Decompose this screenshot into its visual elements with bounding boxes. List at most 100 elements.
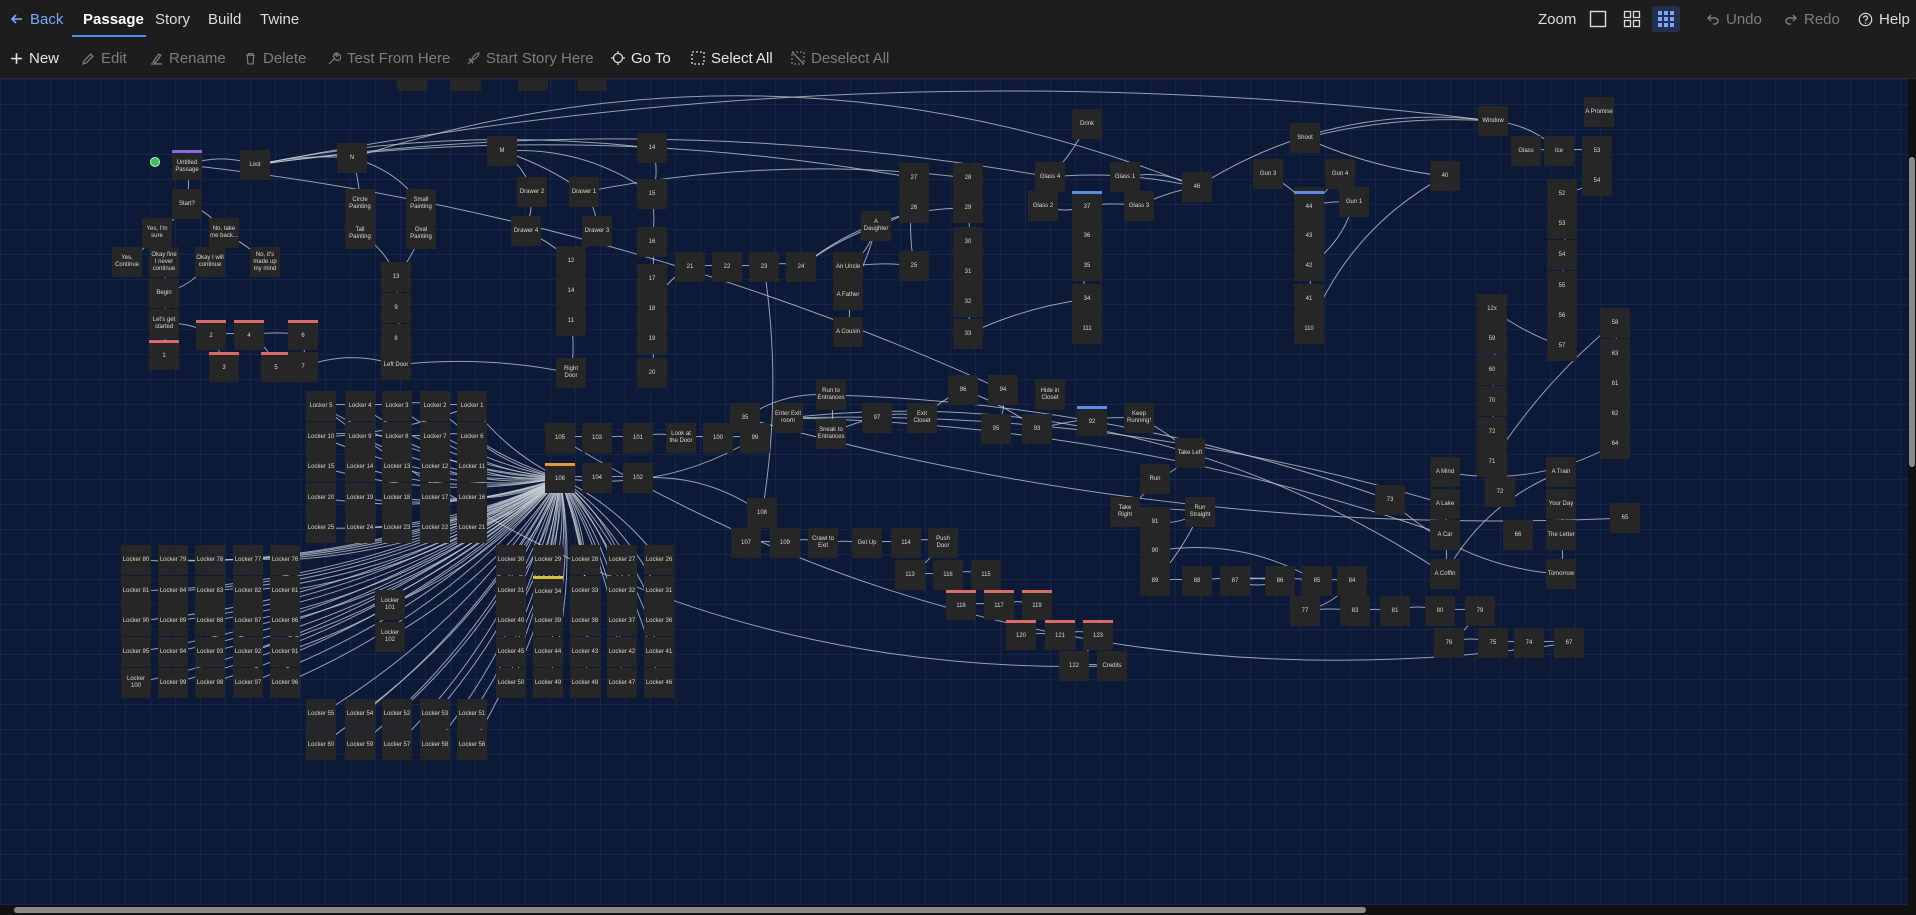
rename-button[interactable]: Rename bbox=[150, 38, 226, 78]
passage-card[interactable]: A Lake bbox=[1430, 489, 1460, 519]
passage-card[interactable]: Locker 95 bbox=[121, 637, 151, 667]
passage-card[interactable]: Hide in Closet bbox=[1035, 380, 1065, 410]
passage-card[interactable]: Locker 97 bbox=[233, 668, 263, 698]
passage-card[interactable]: Locker 49 bbox=[533, 668, 563, 698]
passage-card[interactable]: Locker 11 bbox=[457, 452, 487, 482]
passage-card[interactable]: 111 bbox=[1072, 314, 1102, 344]
passage-card[interactable]: Locker 29 bbox=[533, 545, 563, 575]
help-button[interactable]: Help bbox=[1858, 0, 1910, 38]
passage-card[interactable]: 106 bbox=[545, 463, 575, 493]
passage-card[interactable]: 53 bbox=[1582, 136, 1612, 166]
passage-card[interactable]: 1 bbox=[149, 340, 179, 370]
passage-card[interactable]: Enter Exit room bbox=[773, 403, 803, 433]
passage-card[interactable]: 61 bbox=[1600, 369, 1630, 399]
passage-card[interactable]: A Father bbox=[833, 280, 863, 310]
passage-card[interactable]: 23 bbox=[749, 252, 779, 282]
passage-card[interactable]: Locker 3 bbox=[382, 391, 412, 421]
passage-card[interactable]: Door bbox=[518, 79, 548, 91]
passage-card[interactable]: 15 bbox=[637, 179, 667, 209]
passage-card[interactable]: Keep Running! bbox=[1124, 403, 1154, 433]
passage-card[interactable]: Locker 94 bbox=[158, 637, 188, 667]
passage-card[interactable]: Let's get started bbox=[149, 309, 179, 339]
passage-card[interactable]: 89 bbox=[1140, 566, 1170, 596]
passage-card[interactable]: Locker 1 bbox=[457, 391, 487, 421]
passage-card[interactable]: Your Day bbox=[1546, 489, 1576, 519]
tab-story[interactable]: Story bbox=[155, 0, 190, 38]
passage-card[interactable]: Locker 20 bbox=[306, 483, 336, 513]
passage-card[interactable]: Locker 57 bbox=[382, 730, 412, 760]
passage-card[interactable]: Locker 32 bbox=[607, 576, 637, 606]
passage-card[interactable]: Locker 45 bbox=[496, 637, 526, 667]
passage-card[interactable]: Left Door bbox=[381, 350, 411, 380]
passage-card[interactable]: Locker 100 bbox=[121, 668, 151, 698]
passage-card[interactable]: Untitled Passage bbox=[172, 150, 202, 180]
passage-card[interactable]: 94 bbox=[988, 375, 1018, 405]
passage-card[interactable]: Locker 51 bbox=[457, 699, 487, 729]
passage-card[interactable]: 63 bbox=[1600, 339, 1630, 369]
passage-card[interactable]: An Uncle bbox=[833, 252, 863, 282]
passage-card[interactable]: Locker 31 bbox=[644, 576, 674, 606]
passage-card[interactable]: Locker 48 bbox=[570, 668, 600, 698]
passage-card[interactable]: Locker 76 bbox=[270, 545, 300, 575]
passage-card[interactable]: Locker 36 bbox=[644, 606, 674, 636]
passage-card[interactable]: 103 bbox=[582, 423, 612, 453]
passage-card[interactable]: Door bbox=[577, 79, 607, 91]
deselect-all-button[interactable]: Deselect All bbox=[791, 38, 889, 78]
passage-card[interactable]: Locker 82 bbox=[233, 576, 263, 606]
zoom-nine-button[interactable] bbox=[1652, 6, 1680, 32]
passage-card[interactable]: Locker 44 bbox=[533, 637, 563, 667]
passage-card[interactable]: Credits bbox=[1097, 651, 1127, 681]
passage-card[interactable]: 110 bbox=[1294, 314, 1324, 344]
passage-card[interactable]: Drawer 3 bbox=[582, 216, 612, 246]
passage-card[interactable]: 122 bbox=[1059, 651, 1089, 681]
passage-card[interactable]: 27 bbox=[899, 163, 929, 193]
passage-card[interactable]: 113 bbox=[895, 560, 925, 590]
passage-card[interactable]: Locker 53 bbox=[420, 699, 450, 729]
passage-card[interactable]: Locker 19 bbox=[345, 483, 375, 513]
passage-card[interactable]: Locker 4 bbox=[345, 391, 375, 421]
passage-card[interactable]: Circle Painting bbox=[345, 189, 375, 219]
passage-card[interactable]: Clearly bbox=[451, 79, 481, 91]
passage-card[interactable]: 20 bbox=[637, 358, 667, 388]
passage-card[interactable]: 30 bbox=[953, 227, 983, 257]
select-all-button[interactable]: Select All bbox=[691, 38, 773, 78]
passage-card[interactable]: Locker 56 bbox=[457, 730, 487, 760]
passage-card[interactable]: Look at the Door bbox=[666, 423, 696, 453]
passage-card[interactable]: 62 bbox=[1600, 399, 1630, 429]
passage-card[interactable]: Locker 87 bbox=[233, 606, 263, 636]
passage-card[interactable]: Gun 1 bbox=[1339, 187, 1369, 217]
passage-card[interactable]: 71 bbox=[1477, 447, 1507, 477]
passage-card[interactable]: 19 bbox=[637, 324, 667, 354]
tab-twine[interactable]: Twine bbox=[260, 0, 299, 38]
passage-card[interactable]: Drawer 1 bbox=[569, 177, 599, 207]
passage-card[interactable]: A Coffin bbox=[1430, 559, 1460, 589]
passage-card[interactable]: Locker 23 bbox=[382, 513, 412, 543]
passage-card[interactable]: 80 bbox=[1425, 596, 1455, 626]
passage-card[interactable]: 12 bbox=[556, 246, 586, 276]
passage-card[interactable]: Locker 37 bbox=[607, 606, 637, 636]
passage-card[interactable]: 74 bbox=[1514, 628, 1544, 658]
passage-card[interactable]: 60 bbox=[1477, 355, 1507, 385]
back-button[interactable]: Back bbox=[10, 0, 63, 38]
passage-card[interactable]: Locker 81 bbox=[270, 576, 300, 606]
passage-card[interactable]: Shoot bbox=[1290, 123, 1320, 153]
passage-card[interactable]: Locker 6 bbox=[457, 422, 487, 452]
vertical-scroll-thumb[interactable] bbox=[1909, 157, 1915, 467]
passage-card[interactable]: 57 bbox=[1547, 331, 1577, 361]
passage-card[interactable]: 26 bbox=[899, 193, 929, 223]
passage-card[interactable]: Yes, I'm sure bbox=[142, 218, 172, 248]
passage-card[interactable]: 28 bbox=[953, 163, 983, 193]
zoom-single-button[interactable] bbox=[1584, 6, 1612, 32]
passage-card[interactable]: 14 bbox=[637, 133, 667, 163]
passage-card[interactable]: Locker 84 bbox=[158, 576, 188, 606]
passage-card[interactable]: Locker 78 bbox=[195, 545, 225, 575]
passage-card[interactable]: 13 bbox=[381, 262, 411, 292]
passage-card[interactable]: 90 bbox=[1140, 536, 1170, 566]
passage-card[interactable]: 117 bbox=[984, 590, 1014, 620]
passage-card[interactable]: Locker 55 bbox=[306, 699, 336, 729]
passage-card[interactable]: Small Painting bbox=[406, 189, 436, 219]
passage-card[interactable]: 105 bbox=[545, 423, 575, 453]
passage-card[interactable]: Locker 91 bbox=[270, 637, 300, 667]
passage-card[interactable]: 119 bbox=[1022, 590, 1052, 620]
passage-card[interactable]: 95 bbox=[981, 414, 1011, 444]
